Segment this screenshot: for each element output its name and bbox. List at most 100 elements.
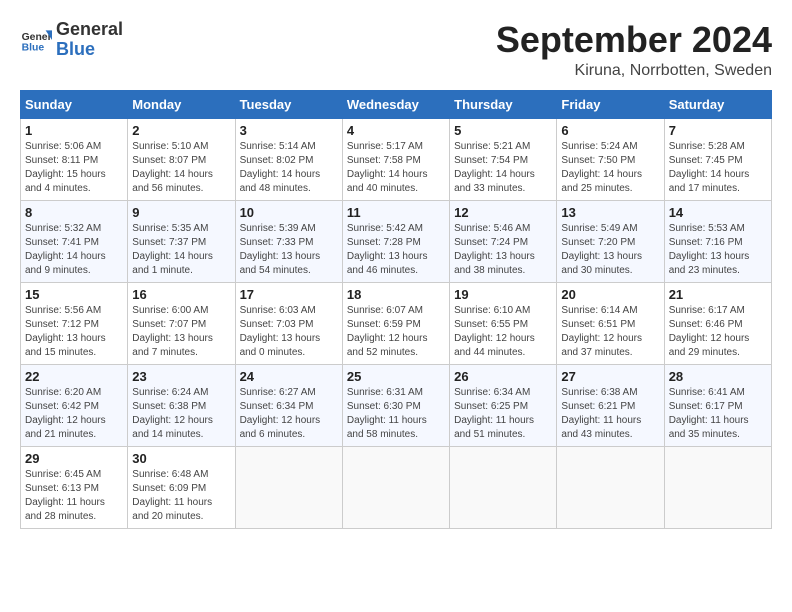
- calendar-cell: 11 Sunrise: 5:42 AMSunset: 7:28 PMDayligh…: [342, 200, 449, 282]
- calendar-cell: 23 Sunrise: 6:24 AMSunset: 6:38 PMDayligh…: [128, 364, 235, 446]
- calendar-cell: 6Sunrise: 5:24 AMSunset: 7:50 PMDaylight…: [557, 118, 664, 200]
- logo-text: General Blue: [56, 20, 123, 60]
- day-number: 15: [25, 287, 123, 302]
- day-number: 19: [454, 287, 552, 302]
- day-number: 14: [669, 205, 767, 220]
- day-detail: Sunrise: 6:00 AMSunset: 7:07 PMDaylight:…: [132, 304, 230, 360]
- page-header: General Blue General Blue September 2024…: [20, 20, 772, 80]
- day-detail: Sunrise: 5:24 AMSunset: 7:50 PMDaylight:…: [561, 140, 659, 196]
- day-number: 20: [561, 287, 659, 302]
- day-detail: Sunrise: 5:53 AMSunset: 7:16 PMDaylight:…: [669, 222, 767, 278]
- calendar-cell: 14 Sunrise: 5:53 AMSunset: 7:16 PMDayligh…: [664, 200, 771, 282]
- day-number: 17: [240, 287, 338, 302]
- calendar-cell: 9 Sunrise: 5:35 AMSunset: 7:37 PMDaylight…: [128, 200, 235, 282]
- calendar-cell: 17Sunrise: 6:03 AMSunset: 7:03 PMDayligh…: [235, 282, 342, 364]
- calendar-cell: 3Sunrise: 5:14 AMSunset: 8:02 PMDaylight…: [235, 118, 342, 200]
- calendar-cell: [664, 446, 771, 528]
- header-day-tuesday: Tuesday: [235, 90, 342, 118]
- day-detail: Sunrise: 6:24 AMSunset: 6:38 PMDaylight:…: [132, 386, 230, 442]
- calendar-cell: 10Sunrise: 5:39 AMSunset: 7:33 PMDayligh…: [235, 200, 342, 282]
- header-day-sunday: Sunday: [21, 90, 128, 118]
- calendar-week-row: 22 Sunrise: 6:20 AMSunset: 6:42 PMDayligh…: [21, 364, 772, 446]
- header-day-wednesday: Wednesday: [342, 90, 449, 118]
- calendar-cell: 26Sunrise: 6:34 AMSunset: 6:25 PMDayligh…: [450, 364, 557, 446]
- calendar-cell: 19 Sunrise: 6:10 AMSunset: 6:55 PMDayligh…: [450, 282, 557, 364]
- title-block: September 2024 Kiruna, Norrbotten, Swede…: [496, 20, 772, 80]
- calendar-cell: [342, 446, 449, 528]
- header-day-saturday: Saturday: [664, 90, 771, 118]
- calendar-week-row: 8 Sunrise: 5:32 AMSunset: 7:41 PMDaylight…: [21, 200, 772, 282]
- day-detail: Sunrise: 6:07 AMSunset: 6:59 PMDaylight:…: [347, 304, 445, 360]
- day-detail: Sunrise: 6:31 AMSunset: 6:30 PMDaylight:…: [347, 386, 445, 442]
- day-detail: Sunrise: 5:42 AMSunset: 7:28 PMDaylight:…: [347, 222, 445, 278]
- calendar-cell: 12 Sunrise: 5:46 AMSunset: 7:24 PMDayligh…: [450, 200, 557, 282]
- day-number: 23: [132, 369, 230, 384]
- calendar-cell: [450, 446, 557, 528]
- day-number: 8: [25, 205, 123, 220]
- day-detail: Sunrise: 5:28 AMSunset: 7:45 PMDaylight:…: [669, 140, 767, 196]
- day-number: 25: [347, 369, 445, 384]
- day-number: 1: [25, 123, 123, 138]
- day-number: 24: [240, 369, 338, 384]
- logo: General Blue General Blue: [20, 20, 123, 60]
- day-detail: Sunrise: 5:32 AMSunset: 7:41 PMDaylight:…: [25, 222, 123, 278]
- day-detail: Sunrise: 5:35 AMSunset: 7:37 PMDaylight:…: [132, 222, 230, 278]
- calendar-cell: 2Sunrise: 5:10 AMSunset: 8:07 PMDaylight…: [128, 118, 235, 200]
- day-number: 11: [347, 205, 445, 220]
- calendar-cell: 20Sunrise: 6:14 AMSunset: 6:51 PMDayligh…: [557, 282, 664, 364]
- day-number: 27: [561, 369, 659, 384]
- calendar-cell: 7 Sunrise: 5:28 AMSunset: 7:45 PMDaylight…: [664, 118, 771, 200]
- day-detail: Sunrise: 6:48 AMSunset: 6:09 PMDaylight:…: [132, 468, 230, 524]
- calendar-week-row: 1 Sunrise: 5:06 AMSunset: 8:11 PMDaylight…: [21, 118, 772, 200]
- svg-text:Blue: Blue: [22, 42, 45, 53]
- calendar-cell: 18 Sunrise: 6:07 AMSunset: 6:59 PMDayligh…: [342, 282, 449, 364]
- day-detail: Sunrise: 5:21 AMSunset: 7:54 PMDaylight:…: [454, 140, 552, 196]
- day-detail: Sunrise: 6:45 AMSunset: 6:13 PMDaylight:…: [25, 468, 123, 524]
- day-detail: Sunrise: 6:10 AMSunset: 6:55 PMDaylight:…: [454, 304, 552, 360]
- day-number: 30: [132, 451, 230, 466]
- day-detail: Sunrise: 6:41 AMSunset: 6:17 PMDaylight:…: [669, 386, 767, 442]
- day-number: 21: [669, 287, 767, 302]
- header-day-friday: Friday: [557, 90, 664, 118]
- calendar-cell: 4 Sunrise: 5:17 AMSunset: 7:58 PMDaylight…: [342, 118, 449, 200]
- calendar-cell: 13 Sunrise: 5:49 AMSunset: 7:20 PMDayligh…: [557, 200, 664, 282]
- day-detail: Sunrise: 6:38 AMSunset: 6:21 PMDaylight:…: [561, 386, 659, 442]
- calendar-cell: 27 Sunrise: 6:38 AMSunset: 6:21 PMDayligh…: [557, 364, 664, 446]
- calendar-cell: [235, 446, 342, 528]
- day-detail: Sunrise: 5:49 AMSunset: 7:20 PMDaylight:…: [561, 222, 659, 278]
- day-detail: Sunrise: 5:14 AMSunset: 8:02 PMDaylight:…: [240, 140, 338, 196]
- day-detail: Sunrise: 5:39 AMSunset: 7:33 PMDaylight:…: [240, 222, 338, 278]
- day-number: 12: [454, 205, 552, 220]
- calendar-header-row: SundayMondayTuesdayWednesdayThursdayFrid…: [21, 90, 772, 118]
- day-number: 7: [669, 123, 767, 138]
- day-number: 26: [454, 369, 552, 384]
- logo-icon: General Blue: [20, 24, 52, 56]
- day-number: 22: [25, 369, 123, 384]
- location: Kiruna, Norrbotten, Sweden: [496, 62, 772, 80]
- calendar-week-row: 29 Sunrise: 6:45 AMSunset: 6:13 PMDayligh…: [21, 446, 772, 528]
- calendar-week-row: 15Sunrise: 5:56 AMSunset: 7:12 PMDayligh…: [21, 282, 772, 364]
- month-title: September 2024: [496, 20, 772, 60]
- calendar-cell: 24Sunrise: 6:27 AMSunset: 6:34 PMDayligh…: [235, 364, 342, 446]
- day-number: 18: [347, 287, 445, 302]
- day-detail: Sunrise: 6:17 AMSunset: 6:46 PMDaylight:…: [669, 304, 767, 360]
- day-detail: Sunrise: 5:46 AMSunset: 7:24 PMDaylight:…: [454, 222, 552, 278]
- calendar-cell: 5 Sunrise: 5:21 AMSunset: 7:54 PMDaylight…: [450, 118, 557, 200]
- calendar-cell: 29 Sunrise: 6:45 AMSunset: 6:13 PMDayligh…: [21, 446, 128, 528]
- calendar-cell: 16Sunrise: 6:00 AMSunset: 7:07 PMDayligh…: [128, 282, 235, 364]
- day-detail: Sunrise: 5:06 AMSunset: 8:11 PMDaylight:…: [25, 140, 123, 196]
- header-day-monday: Monday: [128, 90, 235, 118]
- calendar-cell: 25 Sunrise: 6:31 AMSunset: 6:30 PMDayligh…: [342, 364, 449, 446]
- header-day-thursday: Thursday: [450, 90, 557, 118]
- day-number: 13: [561, 205, 659, 220]
- day-number: 2: [132, 123, 230, 138]
- day-number: 4: [347, 123, 445, 138]
- day-detail: Sunrise: 5:17 AMSunset: 7:58 PMDaylight:…: [347, 140, 445, 196]
- day-number: 5: [454, 123, 552, 138]
- day-number: 9: [132, 205, 230, 220]
- day-detail: Sunrise: 6:20 AMSunset: 6:42 PMDaylight:…: [25, 386, 123, 442]
- calendar-table: SundayMondayTuesdayWednesdayThursdayFrid…: [20, 90, 772, 529]
- svg-text:General: General: [22, 32, 52, 43]
- logo-general: General: [56, 19, 123, 39]
- day-number: 29: [25, 451, 123, 466]
